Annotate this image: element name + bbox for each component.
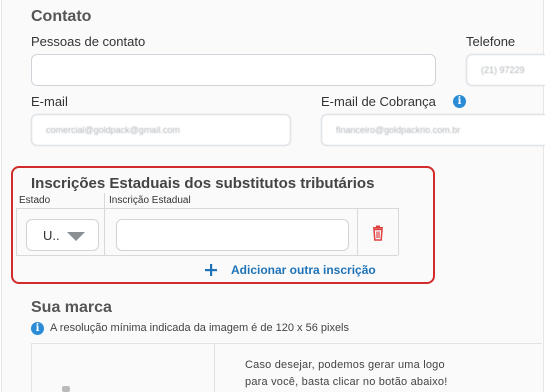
- resolution-note: A resolução mínima indicada da imagem é …: [50, 322, 350, 334]
- section-title-marca: Sua marca: [31, 299, 112, 316]
- table-divider: [16, 208, 17, 255]
- info-icon[interactable]: i: [453, 95, 466, 108]
- image-placeholder-icon: [62, 386, 70, 392]
- logo-hint-line2: para você, basta clicar no botão abaixo!: [245, 376, 448, 388]
- section-title-contato: Contato: [31, 8, 92, 25]
- estado-select[interactable]: U..: [26, 219, 99, 251]
- estado-select-value: U..: [43, 228, 60, 243]
- table-divider: [104, 193, 105, 255]
- add-inscricao-link[interactable]: Adicionar outra inscrição: [231, 263, 376, 277]
- chevron-down-icon: [67, 232, 85, 241]
- col-header-estado: Estado: [19, 195, 51, 206]
- logo-hint-line1: Caso desejar, podemos gerar uma logo: [245, 359, 445, 371]
- trash-icon[interactable]: [369, 224, 387, 242]
- table-divider: [16, 208, 398, 209]
- upload-area-left-border: [31, 343, 32, 392]
- pessoas-contato-input[interactable]: [31, 54, 436, 86]
- telefone-label: Telefone: [466, 34, 516, 49]
- email-cobranca-input[interactable]: financeiro@goldpackrio.com.br: [321, 114, 545, 146]
- table-divider: [16, 255, 398, 256]
- plus-icon[interactable]: [204, 263, 218, 277]
- pessoas-contato-label: Pessoas de contato: [31, 34, 146, 49]
- upload-area-divider: [214, 343, 215, 392]
- info-icon: i: [31, 322, 44, 335]
- telefone-input[interactable]: (21) 97229: [466, 54, 545, 86]
- email-label: E-mail: [31, 94, 68, 109]
- section-title-inscricoes: Inscrições Estaduais dos substitutos tri…: [31, 175, 375, 192]
- email-cobranca-label: E-mail de Cobrança: [321, 94, 436, 109]
- email-input[interactable]: comercial@goldpack@gmail.com: [31, 114, 291, 146]
- col-header-inscricao: Inscrição Estadual: [109, 195, 191, 206]
- table-divider: [398, 208, 399, 255]
- upload-area-top-border: [31, 343, 542, 344]
- table-divider: [357, 208, 358, 255]
- inscricao-estadual-input[interactable]: [116, 219, 349, 251]
